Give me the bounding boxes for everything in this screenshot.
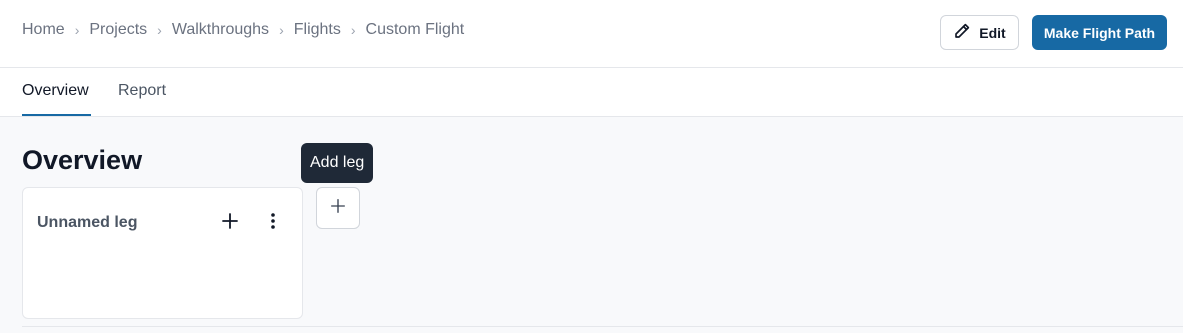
breadcrumb-walkthroughs[interactable]: Walkthroughs (172, 21, 269, 39)
breadcrumb-separator: › (279, 22, 284, 38)
divider (22, 326, 1183, 327)
tab-overview[interactable]: Overview (22, 82, 89, 100)
tab-report[interactable]: Report (118, 82, 166, 100)
tooltip-text: Add leg (310, 154, 365, 171)
breadcrumb-separator: › (157, 22, 162, 38)
plus-icon[interactable] (220, 211, 240, 231)
add-leg-tooltip: Add leg (301, 143, 374, 183)
active-tab-indicator (22, 114, 91, 116)
add-leg-button[interactable] (316, 187, 360, 229)
breadcrumb-separator: › (74, 22, 80, 38)
pencil-icon (953, 22, 971, 43)
more-vertical-icon[interactable] (263, 211, 283, 231)
leg-card[interactable]: Unnamed leg (22, 187, 303, 319)
breadcrumb-projects[interactable]: Projects (89, 21, 147, 39)
top-bar: Home › Projects › Walkthroughs › Flights… (0, 0, 1183, 68)
breadcrumb-home[interactable]: Home (22, 21, 65, 39)
breadcrumb-separator: › (350, 22, 356, 38)
breadcrumb-flights[interactable]: Flights (294, 21, 341, 39)
tab-bar: Overview Report (0, 68, 1183, 117)
breadcrumb: Home › Projects › Walkthroughs › Flights… (22, 21, 464, 39)
plus-icon (329, 197, 347, 220)
leg-name: Unnamed leg (37, 214, 138, 231)
breadcrumb-current: Custom Flight (365, 21, 465, 38)
make-flight-path-label: Make Flight Path (1043, 24, 1156, 41)
edit-button-label: Edit (979, 24, 1006, 41)
make-flight-path-button[interactable]: Make Flight Path (1032, 15, 1167, 50)
edit-button[interactable]: Edit (940, 15, 1019, 50)
page-title: Overview (22, 145, 143, 175)
